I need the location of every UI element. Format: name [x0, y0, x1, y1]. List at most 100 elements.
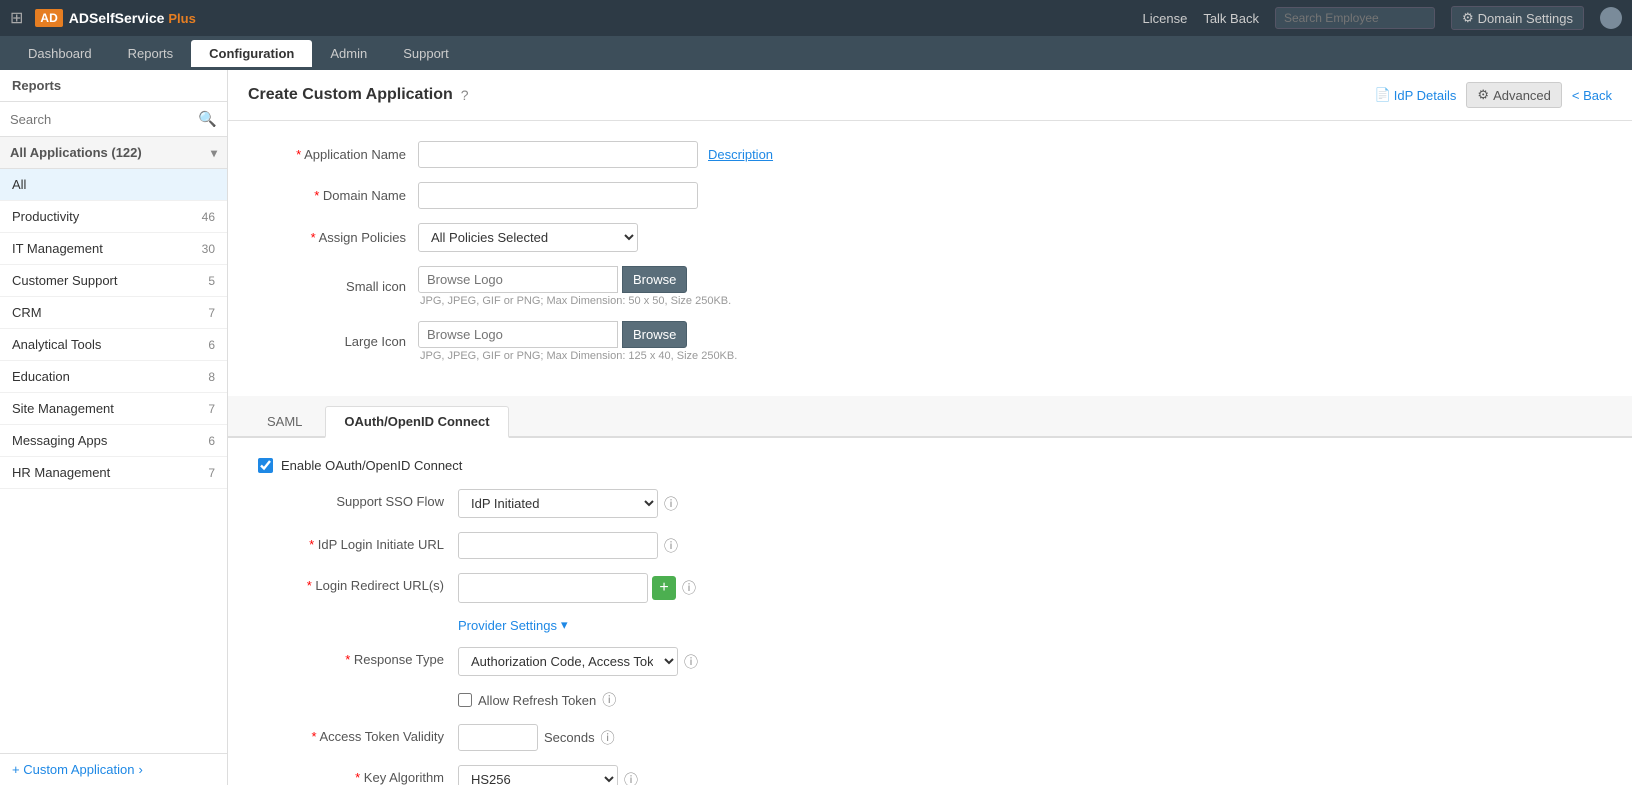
small-icon-input[interactable]	[418, 266, 618, 293]
sidebar-search-input[interactable]	[10, 112, 198, 127]
talk-back-link[interactable]: Talk Back	[1203, 11, 1259, 26]
page-header-left: Create Custom Application ?	[248, 86, 469, 104]
sidebar-item-customer-support[interactable]: Customer Support 5	[0, 265, 227, 297]
sidebar-item-customer-support-label: Customer Support	[12, 273, 118, 288]
sidebar: Reports 🔍 All Applications (122) ▾ All P…	[0, 70, 228, 785]
content-area: Create Custom Application ? 📄 IdP Detail…	[228, 70, 1632, 785]
domain-name-input[interactable]	[418, 182, 698, 209]
response-type-info-icon[interactable]: ⓘ	[684, 652, 698, 672]
key-algorithm-row: * Key Algorithm HS256 RS256 ⓘ	[258, 765, 1602, 785]
tab-dashboard[interactable]: Dashboard	[10, 40, 110, 67]
support-sso-row: Support SSO Flow IdP Initiated SP Initia…	[258, 489, 1602, 518]
sidebar-item-all[interactable]: All	[0, 169, 227, 201]
sidebar-item-crm[interactable]: CRM 7	[0, 297, 227, 329]
required-star: *	[296, 147, 301, 162]
sidebar-item-it-management[interactable]: IT Management 30	[0, 233, 227, 265]
response-type-row: * Response Type Authorization Code, Acce…	[258, 647, 1602, 676]
back-button[interactable]: < Back	[1572, 88, 1612, 103]
tab-configuration[interactable]: Configuration	[191, 40, 312, 67]
custom-application-link[interactable]: + Custom Application ›	[12, 762, 215, 777]
logo-text: ADSelfService Plus	[69, 10, 196, 26]
tab-oauth[interactable]: OAuth/OpenID Connect	[325, 406, 508, 438]
grid-icon[interactable]: ⊞	[10, 8, 23, 28]
main-layout: Reports 🔍 All Applications (122) ▾ All P…	[0, 70, 1632, 785]
allow-refresh-token-checkbox[interactable]	[458, 693, 472, 707]
sidebar-item-hr-management[interactable]: HR Management 7	[0, 457, 227, 489]
help-icon[interactable]: ?	[461, 87, 469, 103]
idp-details-button[interactable]: 📄 IdP Details	[1375, 87, 1457, 103]
sidebar-reports-header: Reports	[0, 70, 227, 102]
sidebar-item-it-management-count: 30	[202, 242, 215, 256]
refresh-token-label-space	[258, 690, 458, 695]
sidebar-item-messaging-apps[interactable]: Messaging Apps 6	[0, 425, 227, 457]
refresh-token-row: Allow Refresh Token ⓘ	[258, 690, 1602, 710]
assign-policies-row: * Assign Policies All Policies Selected …	[258, 223, 1602, 252]
top-bar-left: ⊞ AD ADSelfService Plus	[10, 8, 196, 28]
advanced-button[interactable]: ⚙ Advanced	[1466, 82, 1561, 108]
support-sso-select[interactable]: IdP Initiated SP Initiated	[458, 489, 658, 518]
sidebar-item-analytical-tools[interactable]: Analytical Tools 6	[0, 329, 227, 361]
gear-icon: ⚙	[1462, 10, 1474, 26]
search-employee-input[interactable]	[1275, 7, 1435, 29]
seconds-row: Seconds ⓘ	[458, 724, 615, 751]
required-star6: *	[345, 652, 350, 667]
sidebar-item-productivity-label: Productivity	[12, 209, 79, 224]
chevron-down-icon: ▾	[211, 146, 217, 160]
access-token-validity-input[interactable]	[458, 724, 538, 751]
search-icon: 🔍	[198, 110, 217, 128]
enable-oauth-row: Enable OAuth/OpenID Connect	[258, 458, 1602, 473]
large-icon-browse-button[interactable]: Browse	[622, 321, 687, 348]
support-sso-info-icon[interactable]: ⓘ	[664, 494, 678, 514]
enable-oauth-checkbox[interactable]	[258, 458, 273, 473]
key-algorithm-select[interactable]: HS256 RS256	[458, 765, 618, 785]
assign-policies-select[interactable]: All Policies Selected Custom	[418, 223, 638, 252]
required-star5: *	[307, 578, 312, 593]
sidebar-item-crm-label: CRM	[12, 305, 42, 320]
login-redirect-info-icon[interactable]: ⓘ	[682, 578, 696, 598]
domain-name-label: * Domain Name	[258, 188, 418, 203]
small-icon-wrapper: Browse JPG, JPEG, GIF or PNG; Max Dimens…	[418, 266, 731, 307]
domain-name-row: * Domain Name	[258, 182, 1602, 209]
key-algorithm-info-icon[interactable]: ⓘ	[624, 770, 638, 785]
domain-settings-label: Domain Settings	[1478, 11, 1573, 26]
login-redirect-url-input[interactable]	[458, 573, 648, 603]
response-type-label: * Response Type	[258, 647, 458, 667]
enable-oauth-label: Enable OAuth/OpenID Connect	[281, 458, 462, 473]
small-icon-label: Small icon	[258, 279, 418, 294]
large-icon-wrapper: Browse JPG, JPEG, GIF or PNG; Max Dimens…	[418, 321, 737, 362]
form-area: * Application Name Description * Domain …	[228, 121, 1632, 396]
url-add-row: +	[458, 573, 676, 603]
description-link[interactable]: Description	[708, 147, 773, 162]
top-bar: ⊞ AD ADSelfService Plus License Talk Bac…	[0, 0, 1632, 36]
sidebar-item-productivity[interactable]: Productivity 46	[0, 201, 227, 233]
required-star4: *	[309, 537, 314, 552]
sidebar-item-site-management[interactable]: Site Management 7	[0, 393, 227, 425]
provider-settings-link[interactable]: Provider Settings ▾	[458, 617, 568, 633]
idp-login-url-info-icon[interactable]: ⓘ	[664, 536, 678, 556]
sidebar-item-messaging-apps-label: Messaging Apps	[12, 433, 107, 448]
domain-settings-button[interactable]: ⚙ Domain Settings	[1451, 6, 1584, 30]
all-applications-header[interactable]: All Applications (122) ▾	[0, 137, 227, 169]
large-icon-row: Large Icon Browse JPG, JPEG, GIF or PNG;…	[258, 321, 1602, 362]
access-token-validity-info-icon[interactable]: ⓘ	[601, 728, 615, 748]
tab-support[interactable]: Support	[385, 40, 467, 67]
refresh-token-info-icon[interactable]: ⓘ	[602, 690, 616, 710]
tab-reports[interactable]: Reports	[110, 40, 192, 67]
response-type-select[interactable]: Authorization Code, Access Token, ID	[458, 647, 678, 676]
license-link[interactable]: License	[1143, 11, 1188, 26]
tab-saml[interactable]: SAML	[248, 406, 321, 436]
tab-admin[interactable]: Admin	[312, 40, 385, 67]
user-avatar[interactable]	[1600, 7, 1622, 29]
large-icon-input[interactable]	[418, 321, 618, 348]
small-icon-browse-button[interactable]: Browse	[622, 266, 687, 293]
idp-login-url-input[interactable]	[458, 532, 658, 559]
logo-icon: AD	[35, 9, 62, 27]
support-sso-label: Support SSO Flow	[258, 489, 458, 509]
support-sso-control: IdP Initiated SP Initiated ⓘ	[458, 489, 1602, 518]
large-icon-row-controls: Browse	[418, 321, 737, 348]
application-name-input[interactable]	[418, 141, 698, 168]
page-header: Create Custom Application ? 📄 IdP Detail…	[228, 70, 1632, 121]
sidebar-item-education[interactable]: Education 8	[0, 361, 227, 393]
key-algorithm-label: * Key Algorithm	[258, 765, 458, 785]
add-url-button[interactable]: +	[652, 576, 676, 600]
